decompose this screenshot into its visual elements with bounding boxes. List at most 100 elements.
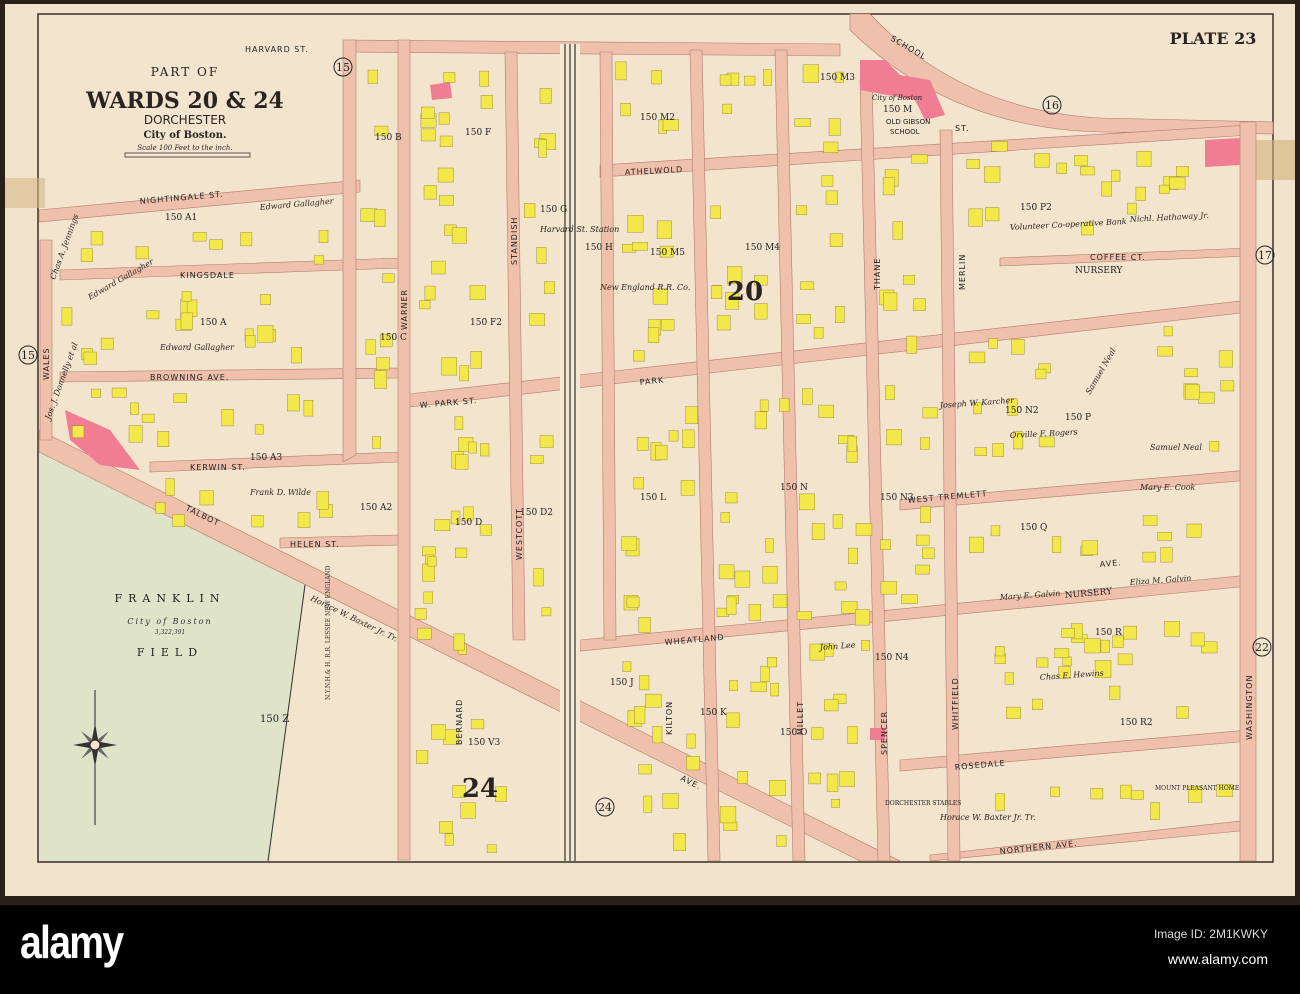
building-footprint bbox=[128, 425, 143, 443]
building-footprint bbox=[829, 233, 843, 248]
street-label: WALES bbox=[42, 347, 51, 380]
title-part-of: PART OF bbox=[151, 65, 219, 79]
building-footprint bbox=[763, 69, 772, 86]
building-footprint bbox=[1185, 384, 1200, 400]
building-footprint bbox=[826, 773, 839, 792]
building-footprint bbox=[685, 406, 698, 424]
building-footprint bbox=[652, 726, 663, 744]
building-footprint bbox=[636, 437, 649, 451]
building-footprint bbox=[544, 281, 555, 294]
building-footprint bbox=[1111, 169, 1121, 182]
circled-number: 15 bbox=[18, 345, 38, 365]
building-footprint bbox=[796, 205, 807, 216]
building-footprint bbox=[318, 229, 329, 243]
plate-number: PLATE 23 bbox=[1170, 29, 1257, 48]
building-footprint bbox=[796, 611, 813, 620]
svg-text:17: 17 bbox=[1258, 249, 1272, 262]
building-footprint bbox=[656, 220, 672, 239]
building-footprint bbox=[111, 387, 127, 398]
building-footprint bbox=[1079, 166, 1095, 176]
building-footprint bbox=[240, 232, 253, 247]
washington-st[interactable] bbox=[1239, 121, 1257, 862]
alamy-logo[interactable]: alamy bbox=[20, 915, 124, 969]
building-footprint bbox=[221, 409, 234, 427]
building-footprint bbox=[1062, 656, 1072, 666]
building-footprint bbox=[1011, 339, 1025, 355]
building-footprint bbox=[468, 441, 477, 454]
building-footprint bbox=[880, 581, 897, 595]
building-footprint bbox=[772, 594, 788, 608]
building-footprint bbox=[1186, 523, 1202, 538]
image-id: Image ID: 2M1KWKY bbox=[1153, 927, 1268, 941]
building-footprint bbox=[839, 771, 855, 787]
building-footprint bbox=[437, 167, 455, 183]
building-footprint bbox=[834, 581, 847, 591]
school-name-1: OLD GIBSON bbox=[886, 118, 930, 126]
title-city: City of Boston. bbox=[144, 130, 227, 141]
plot-label: 150 M2 bbox=[640, 113, 675, 123]
plot-label: 150 K bbox=[700, 708, 727, 718]
plot-label: 150 N4 bbox=[875, 653, 909, 663]
building-footprint bbox=[1136, 151, 1152, 167]
building-footprint bbox=[438, 112, 450, 125]
building-footprint bbox=[1101, 181, 1112, 197]
map-svg: PART OF WARDS 20 & 24 DORCHESTER City of… bbox=[5, 4, 1295, 896]
building-footprint bbox=[661, 319, 675, 331]
plot-label: 150 P bbox=[1065, 413, 1091, 423]
building-footprint bbox=[813, 327, 824, 339]
building-footprint bbox=[419, 300, 431, 310]
owner-label: Edward Gallagher bbox=[159, 343, 235, 352]
building-footprint bbox=[913, 298, 926, 312]
building-footprint bbox=[538, 139, 547, 158]
building-footprint bbox=[1198, 391, 1215, 404]
building-footprint bbox=[541, 607, 552, 617]
building-footprint bbox=[634, 706, 646, 724]
building-footprint bbox=[821, 175, 834, 187]
building-footprint bbox=[297, 512, 311, 528]
nursery-label: NURSERY bbox=[1075, 266, 1123, 276]
building-footprint bbox=[427, 556, 437, 567]
site-link[interactable]: www.alamy.com bbox=[1168, 951, 1268, 967]
building-footprint bbox=[885, 385, 895, 400]
building-footprint bbox=[968, 351, 986, 364]
building-footprint bbox=[811, 727, 824, 740]
building-footprint bbox=[470, 719, 485, 730]
building-footprint bbox=[710, 205, 721, 219]
building-footprint bbox=[61, 307, 73, 326]
building-footprint bbox=[536, 247, 547, 264]
building-footprint bbox=[892, 221, 903, 240]
street-label: WHITFIELD bbox=[951, 677, 960, 730]
building-footprint bbox=[1130, 790, 1144, 800]
building-footprint bbox=[886, 429, 902, 446]
plot-label: 150 Q bbox=[1020, 523, 1047, 533]
building-footprint bbox=[529, 313, 545, 326]
building-footprint bbox=[146, 310, 160, 320]
building-footprint bbox=[443, 71, 456, 83]
building-footprint bbox=[157, 431, 170, 447]
building-footprint bbox=[374, 209, 386, 227]
building-footprint bbox=[855, 609, 870, 626]
building-footprint bbox=[729, 680, 738, 691]
building-footprint bbox=[992, 443, 1004, 457]
home-label: MOUNT PLEASANT HOME bbox=[1155, 785, 1239, 792]
plot-label: 150 R bbox=[1095, 628, 1122, 638]
plot-label: 150 O bbox=[780, 728, 807, 738]
building-footprint bbox=[431, 260, 446, 275]
building-footprint bbox=[990, 525, 1001, 537]
building-footprint bbox=[374, 370, 387, 389]
building-footprint bbox=[480, 94, 493, 109]
building-footprint bbox=[1061, 628, 1075, 638]
field-name-2: FIELD bbox=[137, 646, 203, 659]
plot-label: 150 N2 bbox=[1005, 406, 1039, 416]
building-footprint bbox=[1163, 326, 1173, 337]
building-footprint bbox=[1142, 515, 1158, 526]
building-footprint bbox=[313, 255, 324, 265]
building-footprint bbox=[655, 445, 668, 461]
plot-label: 150 G bbox=[540, 205, 567, 215]
wales-side-st[interactable] bbox=[342, 39, 357, 463]
building-footprint bbox=[91, 388, 101, 398]
building-footprint bbox=[1150, 802, 1160, 820]
warner-st[interactable] bbox=[397, 39, 411, 861]
building-footprint bbox=[828, 118, 841, 136]
building-footprint bbox=[1123, 625, 1138, 640]
